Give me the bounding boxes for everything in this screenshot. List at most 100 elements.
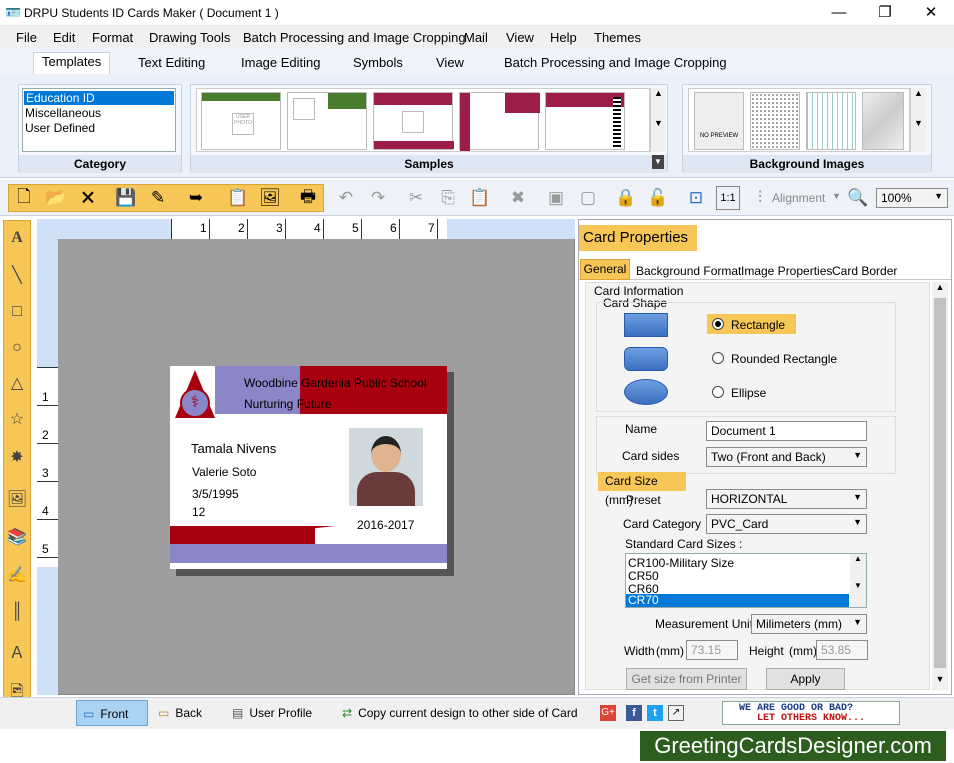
rounded-rectangle-label[interactable]: Rounded Rectangle xyxy=(731,352,837,366)
image-icon[interactable]: 🖼 xyxy=(258,186,282,210)
card-category-select[interactable]: PVC_Card ▼ xyxy=(706,514,867,534)
text-tool-icon[interactable]: A xyxy=(5,226,29,250)
triangle-tool-icon[interactable]: △ xyxy=(5,372,29,396)
minimize-icon[interactable]: — xyxy=(816,0,862,26)
image-tool-icon[interactable]: 🖼 xyxy=(5,488,29,512)
chevron-down-icon[interactable]: ▼ xyxy=(832,191,841,201)
paste-icon[interactable]: 📋 xyxy=(468,186,492,210)
sample-template-2[interactable] xyxy=(287,92,367,150)
width-field[interactable]: 73.15 xyxy=(686,640,738,660)
fit-to-window-icon[interactable]: ⊡ xyxy=(684,186,708,210)
sizes-scrollbar[interactable]: ▲ ▼ xyxy=(850,554,866,607)
copy-icon[interactable]: ⎘ xyxy=(436,186,460,210)
menu-themes[interactable]: Themes xyxy=(594,30,641,45)
card-name-2[interactable]: Valerie Soto xyxy=(192,465,256,479)
background-marble[interactable] xyxy=(862,92,904,150)
tab-text-editing[interactable]: Text Editing xyxy=(138,55,205,70)
tab-batch-processing[interactable]: Batch Processing and Image Cropping xyxy=(504,55,727,70)
save-as-icon[interactable]: ✎ xyxy=(146,186,170,210)
sample-template-5[interactable] xyxy=(545,92,625,150)
menu-mail[interactable]: Mail xyxy=(464,30,488,45)
open-icon[interactable]: 📂 xyxy=(44,186,68,210)
tab-view[interactable]: View xyxy=(436,55,464,70)
tab-image-editing[interactable]: Image Editing xyxy=(241,55,321,70)
size-item-cr70[interactable]: CR70 xyxy=(626,594,849,607)
background-grid[interactable] xyxy=(806,92,856,150)
undo-icon[interactable]: ↶ xyxy=(334,186,358,210)
tab-image-properties[interactable]: Image Properties xyxy=(741,264,832,278)
background-scrollbar[interactable]: ▲ ▼ xyxy=(910,88,926,152)
menu-format[interactable]: Format xyxy=(92,30,133,45)
menu-edit[interactable]: Edit xyxy=(53,30,75,45)
user-profile-tab[interactable]: ▤ User Profile xyxy=(232,700,312,726)
card-dob[interactable]: 3/5/1995 xyxy=(192,487,239,501)
signature-tool-icon[interactable]: ✍ xyxy=(5,564,29,588)
maximize-icon[interactable]: ❐ xyxy=(862,0,908,26)
id-card[interactable]: ⚕ Woodbine Gardenia Public School Nurtur… xyxy=(170,366,447,569)
card-session[interactable]: 2016-2017 xyxy=(357,518,414,532)
ellipse-label[interactable]: Ellipse xyxy=(731,386,766,400)
rectangle-label[interactable]: Rectangle xyxy=(731,318,785,332)
size-item-cr50[interactable]: CR50 xyxy=(628,569,659,583)
tab-general[interactable]: General xyxy=(580,259,630,280)
card-grade[interactable]: 12 xyxy=(192,505,205,519)
measurement-unit-select[interactable]: Milimeters (mm) ▼ xyxy=(751,614,867,634)
tab-templates[interactable]: Templates xyxy=(33,52,111,74)
cut-icon[interactable]: ✂ xyxy=(404,186,428,210)
rectangle-radio[interactable] xyxy=(712,318,724,330)
share-icon[interactable]: ↗ xyxy=(668,705,684,721)
word-art-tool-icon[interactable]: Ａ xyxy=(5,642,29,666)
card-name-1[interactable]: Tamala Nivens xyxy=(191,441,276,456)
lock-icon[interactable]: 🔒 xyxy=(614,186,638,210)
zoom-icon[interactable]: 🔍 xyxy=(846,186,870,210)
front-tab[interactable]: ▭ Front xyxy=(76,700,148,726)
samples-expand-icon[interactable]: ▼ xyxy=(652,155,664,169)
group-icon[interactable]: ▣ xyxy=(544,186,568,210)
library-tool-icon[interactable]: 📚 xyxy=(5,526,29,550)
delete-icon[interactable]: ✖ xyxy=(506,186,530,210)
ellipse-radio[interactable] xyxy=(712,386,724,398)
zoom-select[interactable]: 100% ▼ xyxy=(876,188,948,208)
card-motto[interactable]: Nurturing Future xyxy=(244,397,331,411)
samples-scrollbar[interactable]: ▲ ▼ xyxy=(650,88,666,152)
get-size-from-printer-button[interactable]: Get size from Printer xyxy=(626,668,747,690)
actual-size-icon[interactable]: 1:1 xyxy=(716,186,740,210)
properties-icon[interactable]: 📋 xyxy=(226,186,250,210)
background-dots[interactable] xyxy=(750,92,800,150)
menu-batch[interactable]: Batch Processing and Image Cropping xyxy=(243,30,466,45)
feedback-banner[interactable]: WE ARE GOOD OR BAD? LET OTHERS KNOW... xyxy=(722,701,900,725)
sample-template-3[interactable] xyxy=(373,92,454,150)
menu-drawing-tools[interactable]: Drawing Tools xyxy=(149,30,230,45)
card-sides-select[interactable]: Two (Front and Back) ▼ xyxy=(706,447,867,467)
close-document-icon[interactable]: 🗙 xyxy=(76,186,100,210)
name-field[interactable]: Document 1 xyxy=(706,421,867,441)
ungroup-icon[interactable]: ▢ xyxy=(576,186,600,210)
print-icon[interactable]: 🖶 xyxy=(296,186,320,210)
alignment-label[interactable]: Alignment xyxy=(772,191,825,205)
apply-button[interactable]: Apply xyxy=(766,668,845,690)
facebook-icon[interactable]: f xyxy=(626,705,642,721)
menu-file[interactable]: File xyxy=(16,30,37,45)
twitter-icon[interactable]: t xyxy=(647,705,663,721)
star-tool-icon[interactable]: ☆ xyxy=(5,408,29,432)
new-icon[interactable]: 🗋 xyxy=(12,186,36,210)
export-icon[interactable]: ➥ xyxy=(184,186,208,210)
shapes-tool-icon[interactable]: ✸ xyxy=(5,446,29,470)
tab-card-border[interactable]: Card Border xyxy=(832,264,897,278)
copy-design-button[interactable]: ⇄ Copy current design to other side of Ca… xyxy=(342,700,578,726)
scrollbar-thumb[interactable] xyxy=(934,298,946,668)
google-plus-icon[interactable]: G+ xyxy=(600,705,616,721)
unlock-icon[interactable]: 🔓 xyxy=(646,186,670,210)
redo-icon[interactable]: ↷ xyxy=(366,186,390,210)
barcode-tool-icon[interactable]: ║ xyxy=(5,600,29,624)
size-item-cr100[interactable]: CR100-Military Size xyxy=(628,556,734,570)
sample-template-1[interactable]: USER PHOTO xyxy=(201,92,281,150)
student-photo[interactable] xyxy=(349,428,423,506)
tab-background-format[interactable]: Background Format xyxy=(636,264,741,278)
rectangle-tool-icon[interactable]: □ xyxy=(5,300,29,324)
category-item-user-defined[interactable]: User Defined xyxy=(25,121,95,135)
menu-view[interactable]: View xyxy=(506,30,534,45)
props-scrollbar[interactable]: ▲ ▼ xyxy=(932,282,948,690)
tab-symbols[interactable]: Symbols xyxy=(353,55,403,70)
back-tab[interactable]: ▭ Back xyxy=(158,700,202,726)
